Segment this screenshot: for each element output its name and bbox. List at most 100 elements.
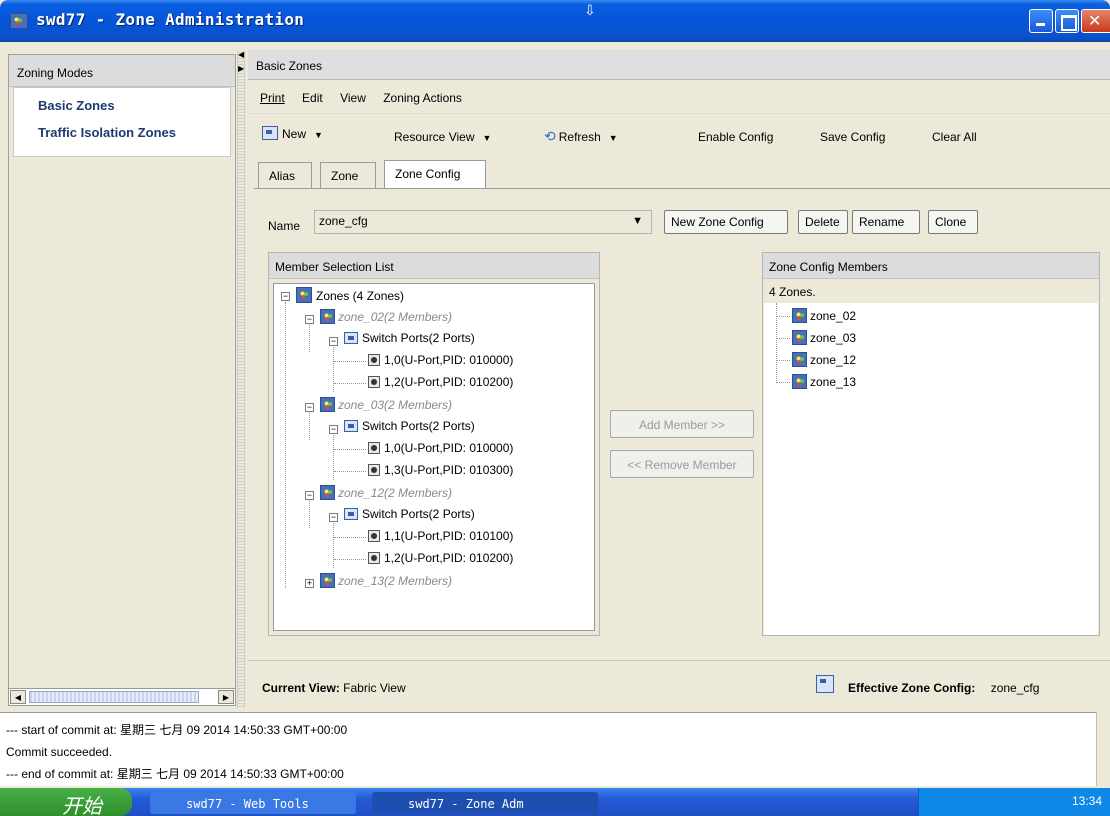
zoning-modes-list: Basic Zones Traffic Isolation Zones [13, 87, 231, 157]
tree-zone-label: zone_03(2 Members) [338, 398, 453, 412]
refresh-button[interactable]: ⟲ Refresh ▼ [544, 128, 618, 145]
member-tree[interactable]: − Zones (4 Zones) − zone_02(2 Members) −… [273, 283, 595, 631]
tree-zone-label: zone_02(2 Members) [338, 310, 453, 324]
tree-port-item[interactable]: 1,2(U-Port,PID: 010200) [368, 551, 513, 569]
port-icon [368, 442, 380, 454]
tree-zone-item[interactable]: zone_03(2 Members) [320, 397, 452, 415]
new-button[interactable]: New ▼ [262, 126, 323, 141]
tree-switch-ports[interactable]: Switch Ports(2 Ports) [344, 419, 475, 437]
taskbar: 开始 swd77 - Web Tools swd77 - Zone Adm 13… [0, 788, 1110, 816]
zone-config-select[interactable]: zone_cfg ▼ [314, 210, 652, 234]
expand-toggle[interactable]: + [305, 579, 314, 588]
new-zone-config-button[interactable]: New Zone Config [664, 210, 788, 234]
collapse-left-arrow-icon[interactable]: ◀ [238, 50, 244, 59]
tree-root-label: Zones (4 Zones) [316, 289, 405, 303]
delete-button[interactable]: Delete [798, 210, 848, 234]
config-member-item[interactable]: zone_13 [792, 374, 856, 392]
tree-port-item[interactable]: 1,2(U-Port,PID: 010200) [368, 375, 513, 393]
app-icon [10, 13, 28, 29]
tree-zone-item[interactable]: zone_02(2 Members) [320, 309, 452, 327]
mode-basic-zones[interactable]: Basic Zones [14, 92, 230, 119]
add-member-button[interactable]: Add Member >> [610, 410, 754, 438]
collapse-toggle[interactable]: − [329, 425, 338, 434]
zone-icon [320, 397, 335, 412]
start-button[interactable]: 开始 [0, 788, 132, 816]
system-tray: 13:34 [918, 788, 1110, 816]
tree-zone-item[interactable]: zone_12(2 Members) [320, 485, 452, 503]
mode-traffic-isolation-zones[interactable]: Traffic Isolation Zones [14, 119, 230, 146]
member-selection-list-panel: Member Selection List − Zones (4 Zones) … [268, 252, 600, 636]
scroll-left-arrow-icon[interactable]: ◀ [10, 690, 26, 704]
zone-icon [792, 374, 807, 389]
close-button[interactable] [1081, 9, 1110, 33]
log-vertical-scrollbar[interactable] [1096, 712, 1110, 786]
tree-port-item[interactable]: 1,1(U-Port,PID: 010100) [368, 529, 513, 547]
tab-zone-config[interactable]: Zone Config [384, 160, 486, 188]
scroll-right-arrow-icon[interactable]: ▶ [218, 690, 234, 704]
collapse-toggle[interactable]: − [329, 513, 338, 522]
tree-ports-label: Switch Ports(2 Ports) [362, 331, 475, 345]
switch-ports-icon [344, 420, 358, 432]
resource-view-button[interactable]: Resource View ▼ [394, 130, 491, 144]
rename-button[interactable]: Rename [852, 210, 920, 234]
menu-zoning-actions[interactable]: Zoning Actions [383, 91, 462, 105]
collapse-toggle[interactable]: − [329, 337, 338, 346]
chevron-down-icon[interactable]: ▼ [632, 215, 643, 227]
tree-root-zones[interactable]: Zones (4 Zones) [296, 287, 404, 305]
collapse-toggle[interactable]: − [305, 315, 314, 324]
left-horizontal-scrollbar[interactable]: ◀ ▶ [8, 688, 236, 706]
maximize-button[interactable] [1055, 9, 1079, 33]
tree-switch-ports[interactable]: Switch Ports(2 Ports) [344, 331, 475, 349]
remove-member-button[interactable]: << Remove Member [610, 450, 754, 478]
config-member-item[interactable]: zone_12 [792, 352, 856, 370]
expand-right-arrow-icon[interactable]: ▶ [238, 64, 244, 73]
tree-port-item[interactable]: 1,0(U-Port,PID: 010000) [368, 441, 513, 459]
enable-config-button[interactable]: Enable Config [698, 130, 773, 144]
zone-config-members-title: Zone Config Members [763, 253, 1099, 279]
config-member-item[interactable]: zone_02 [792, 308, 856, 326]
collapse-toggle[interactable]: − [305, 403, 314, 412]
basic-zones-panel: Basic Zones Print Edit View Zoning Actio… [248, 50, 1110, 708]
clear-all-button[interactable]: Clear All [932, 130, 977, 144]
current-view-value: Fabric View [343, 681, 406, 695]
collapse-toggle[interactable]: − [281, 292, 290, 301]
save-config-button[interactable]: Save Config [820, 130, 885, 144]
tree-port-item[interactable]: 1,0(U-Port,PID: 010000) [368, 353, 513, 371]
refresh-icon: ⟲ [544, 128, 556, 144]
config-member-item[interactable]: zone_03 [792, 330, 856, 348]
tree-ports-label: Switch Ports(2 Ports) [362, 507, 475, 521]
zone-icon [792, 330, 807, 345]
printer-icon[interactable] [816, 675, 834, 693]
new-icon [262, 126, 278, 140]
tab-alias[interactable]: Alias [258, 162, 312, 188]
effective-zone-config: Effective Zone Config: zone_cfg [848, 681, 1039, 695]
tree-port-label: 1,0(U-Port,PID: 010000) [384, 441, 514, 455]
switch-ports-icon [344, 332, 358, 344]
port-icon [368, 552, 380, 564]
tree-port-item[interactable]: 1,3(U-Port,PID: 010300) [368, 463, 513, 481]
zoning-modes-header: Zoning Modes [9, 55, 235, 87]
port-icon [368, 376, 380, 388]
commit-log: --- start of commit at: 星期三 七月 09 2014 1… [0, 712, 1110, 786]
tree-zone-label: zone_13(2 Members) [338, 574, 453, 588]
tree-zone-label: zone_12(2 Members) [338, 486, 453, 500]
menu-print[interactable]: Print [260, 91, 285, 105]
collapse-toggle[interactable]: − [305, 491, 314, 500]
tree-switch-ports[interactable]: Switch Ports(2 Ports) [344, 507, 475, 525]
taskbar-item-label: swd77 - Zone Adm [408, 797, 524, 811]
resource-view-label: Resource View [394, 130, 475, 144]
tab-zone[interactable]: Zone [320, 162, 376, 188]
config-member-label: zone_02 [810, 309, 857, 323]
taskbar-item-zone-admin[interactable]: swd77 - Zone Adm [372, 792, 598, 814]
clone-button[interactable]: Clone [928, 210, 978, 234]
zoning-modes-panel: Zoning Modes Basic Zones Traffic Isolati… [8, 54, 236, 704]
config-member-label: zone_13 [810, 375, 857, 389]
panel-splitter[interactable]: ◀ ▶ [237, 50, 245, 708]
menu-edit[interactable]: Edit [302, 91, 323, 105]
tree-zone-item[interactable]: zone_13(2 Members) [320, 573, 452, 591]
taskbar-item-web-tools[interactable]: swd77 - Web Tools [150, 792, 356, 814]
zone-config-members-list[interactable]: zone_02 zone_03 zone_12 zone_13 [764, 303, 1098, 635]
minimize-button[interactable] [1029, 9, 1053, 33]
menu-view[interactable]: View [340, 91, 366, 105]
scroll-thumb[interactable] [29, 691, 199, 703]
